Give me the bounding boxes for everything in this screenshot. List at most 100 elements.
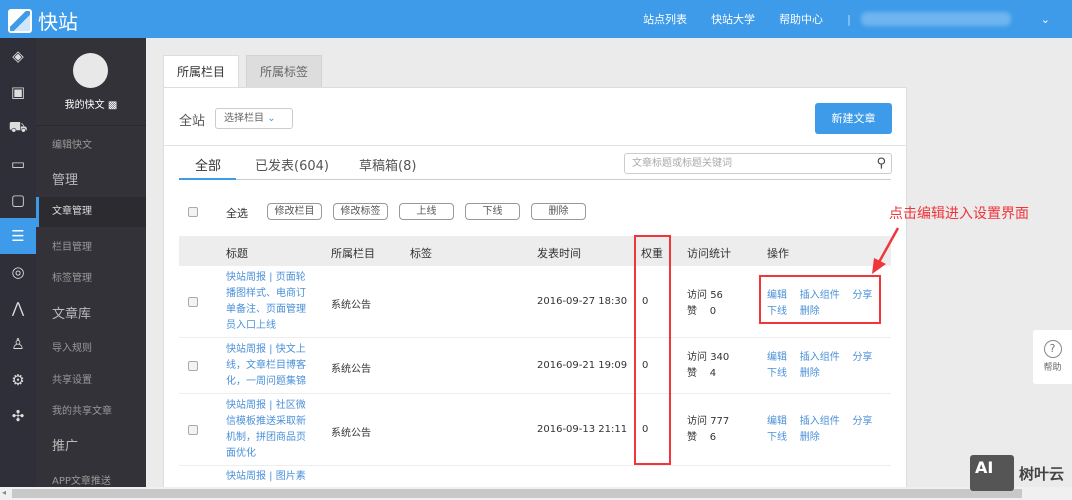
wechat-icon[interactable]: ◎ [0, 254, 36, 290]
subtab-drafts[interactable]: 草稿箱(8) [359, 155, 416, 174]
col-tags: 标签 [410, 247, 432, 260]
compass-icon[interactable]: ⋀ [0, 290, 36, 326]
brand-logo[interactable]: 快站 [8, 6, 78, 35]
brand-name: 快站 [38, 10, 78, 34]
article-time: 2016-09-13 21:11 [537, 424, 628, 435]
scrollbar-thumb[interactable] [12, 489, 1022, 498]
cart-icon[interactable]: ⛟ [0, 110, 36, 146]
offline-link[interactable]: 下线 [767, 368, 787, 379]
nav-site-list[interactable]: 站点列表 [643, 11, 687, 27]
logo-icon [8, 8, 32, 33]
article-title-link[interactable]: 快站周报 | 社区微信模板推送采取新机制，拼团商品页面优化 [226, 398, 306, 462]
article-title-link[interactable]: 快站周报 | 图片素 [226, 469, 306, 485]
col-title: 标题 [226, 247, 248, 260]
help-icon: ? [1043, 340, 1062, 358]
insert-component-link[interactable]: 插入组件 [800, 416, 840, 427]
article-stats: 访问 56 赞 0 [687, 290, 723, 317]
sidebar-item-share-settings[interactable]: 共享设置 [52, 371, 92, 386]
help-widget[interactable]: ? 帮助 [1033, 330, 1072, 384]
subtab-underline [179, 179, 891, 180]
icon-rail: ◈ ▣ ⛟ ▭ ▢ ☰ ◎ ⋀ ♙ ⚙ ✣ [0, 38, 36, 487]
layers-icon[interactable]: ◈ [0, 38, 36, 74]
nav-help-center[interactable]: 帮助中心 [779, 11, 823, 27]
sidebar-item-tag-manage[interactable]: 标签管理 [52, 269, 92, 284]
account-name-blurred[interactable] [860, 12, 1011, 26]
chevron-down-icon: ⌄ [267, 113, 276, 124]
edit-link[interactable]: 编辑 [767, 416, 787, 427]
divider [36, 125, 146, 126]
weight-highlight-box [634, 235, 671, 465]
row-actions: 编辑 插入组件 分享下线 删除 [767, 414, 877, 446]
share-link[interactable]: 分享 [852, 416, 872, 427]
column-select[interactable]: 选择栏目 ⌄ [215, 108, 293, 129]
change-tag-button[interactable]: 修改标签 [333, 203, 388, 220]
sidebar-item-app-push[interactable]: APP文章推送 [52, 472, 111, 487]
change-column-button[interactable]: 修改栏目 [267, 203, 322, 220]
filter-label: 全站 [179, 114, 206, 129]
offline-button[interactable]: 下线 [465, 203, 520, 220]
offline-link[interactable]: 下线 [767, 432, 787, 443]
divider [163, 145, 907, 146]
annotation-text: 点击编辑进入设置界面 [889, 206, 1029, 222]
article-icon[interactable]: ☰ [0, 218, 36, 254]
article-title-link[interactable]: 快站周报 | 页面轮播图样式、电商订单备注、页面管理员入口上线 [226, 270, 306, 334]
article-column: 系统公告 [331, 428, 371, 439]
row-checkbox[interactable] [188, 425, 198, 435]
search-input[interactable]: 文章标题或标题关键词 ⚲ [624, 153, 892, 174]
sidebar: 我的快文 ▩ 编辑快文 管理 文章管理 栏目管理 标签管理 文章库 导入规则 共… [36, 38, 146, 487]
sidebar-item-my-shared[interactable]: 我的共享文章 [52, 402, 112, 417]
watermark-text: 树叶云 [1019, 464, 1065, 483]
col-ops: 操作 [767, 247, 789, 260]
edit-link[interactable]: 编辑 [767, 352, 787, 363]
sidebar-item-article-manage[interactable]: 文章管理 [36, 197, 146, 227]
insert-component-link[interactable]: 插入组件 [800, 352, 840, 363]
column-select-value: 选择栏目 [224, 113, 264, 124]
tab-column[interactable]: 所属栏目 [163, 55, 239, 88]
section-promote: 推广 [52, 439, 79, 454]
search-icon[interactable]: ⚲ [876, 154, 886, 173]
article-stats: 访问 777 赞 6 [687, 416, 730, 443]
row-divider [179, 393, 891, 394]
article-time: 2016-09-21 19:09 [537, 360, 628, 371]
col-stats: 访问统计 [687, 247, 731, 260]
delete-link[interactable]: 删除 [800, 368, 820, 379]
sidebar-item-edit[interactable]: 编辑快文 [52, 136, 92, 151]
qr-code-icon[interactable]: ▩ [108, 100, 117, 111]
chat-icon[interactable]: ▭ [0, 146, 36, 182]
section-manage: 管理 [52, 173, 79, 188]
edit-doc-icon[interactable]: ▢ [0, 182, 36, 218]
select-all-label: 全选 [226, 207, 248, 220]
subtab-published[interactable]: 已发表(604) [255, 155, 329, 174]
row-checkbox[interactable] [188, 297, 198, 307]
plugin-icon[interactable]: ✣ [0, 398, 36, 434]
user-icon[interactable]: ♙ [0, 326, 36, 362]
article-column: 系统公告 [331, 300, 371, 311]
select-all-checkbox[interactable] [188, 207, 198, 217]
sidebar-item-column-manage[interactable]: 栏目管理 [52, 238, 92, 253]
help-label: 帮助 [1043, 363, 1062, 373]
tab-tag[interactable]: 所属标签 [246, 55, 322, 88]
article-column: 系统公告 [331, 364, 371, 375]
page-icon[interactable]: ▣ [0, 74, 36, 110]
new-article-button[interactable]: 新建文章 [815, 103, 892, 134]
share-link[interactable]: 分享 [852, 352, 872, 363]
delete-link[interactable]: 删除 [800, 432, 820, 443]
subtab-all[interactable]: 全部 [195, 155, 221, 174]
ops-highlight-box [759, 275, 881, 324]
row-checkbox[interactable] [188, 361, 198, 371]
sidebar-item-import-rules[interactable]: 导入规则 [52, 339, 92, 354]
row-divider [179, 465, 891, 466]
chevron-down-icon[interactable]: ⌄ [1041, 13, 1050, 26]
divider: | [847, 12, 851, 26]
settings-icon[interactable]: ⚙ [0, 362, 36, 398]
nav-university[interactable]: 快站大学 [711, 11, 755, 27]
scroll-left-icon[interactable]: ◂ [2, 488, 6, 497]
col-column: 所属栏目 [331, 247, 375, 260]
avatar[interactable] [73, 53, 108, 88]
article-title-link[interactable]: 快站周报 | 快文上线，文章栏目博客化，一周问题集锦 [226, 342, 306, 390]
arrow-icon [872, 227, 900, 274]
online-button[interactable]: 上线 [399, 203, 454, 220]
delete-button[interactable]: 删除 [531, 203, 586, 220]
top-bar: 快站 站点列表 快站大学 帮助中心 | ⌄ [0, 0, 1072, 38]
section-library: 文章库 [52, 307, 92, 322]
